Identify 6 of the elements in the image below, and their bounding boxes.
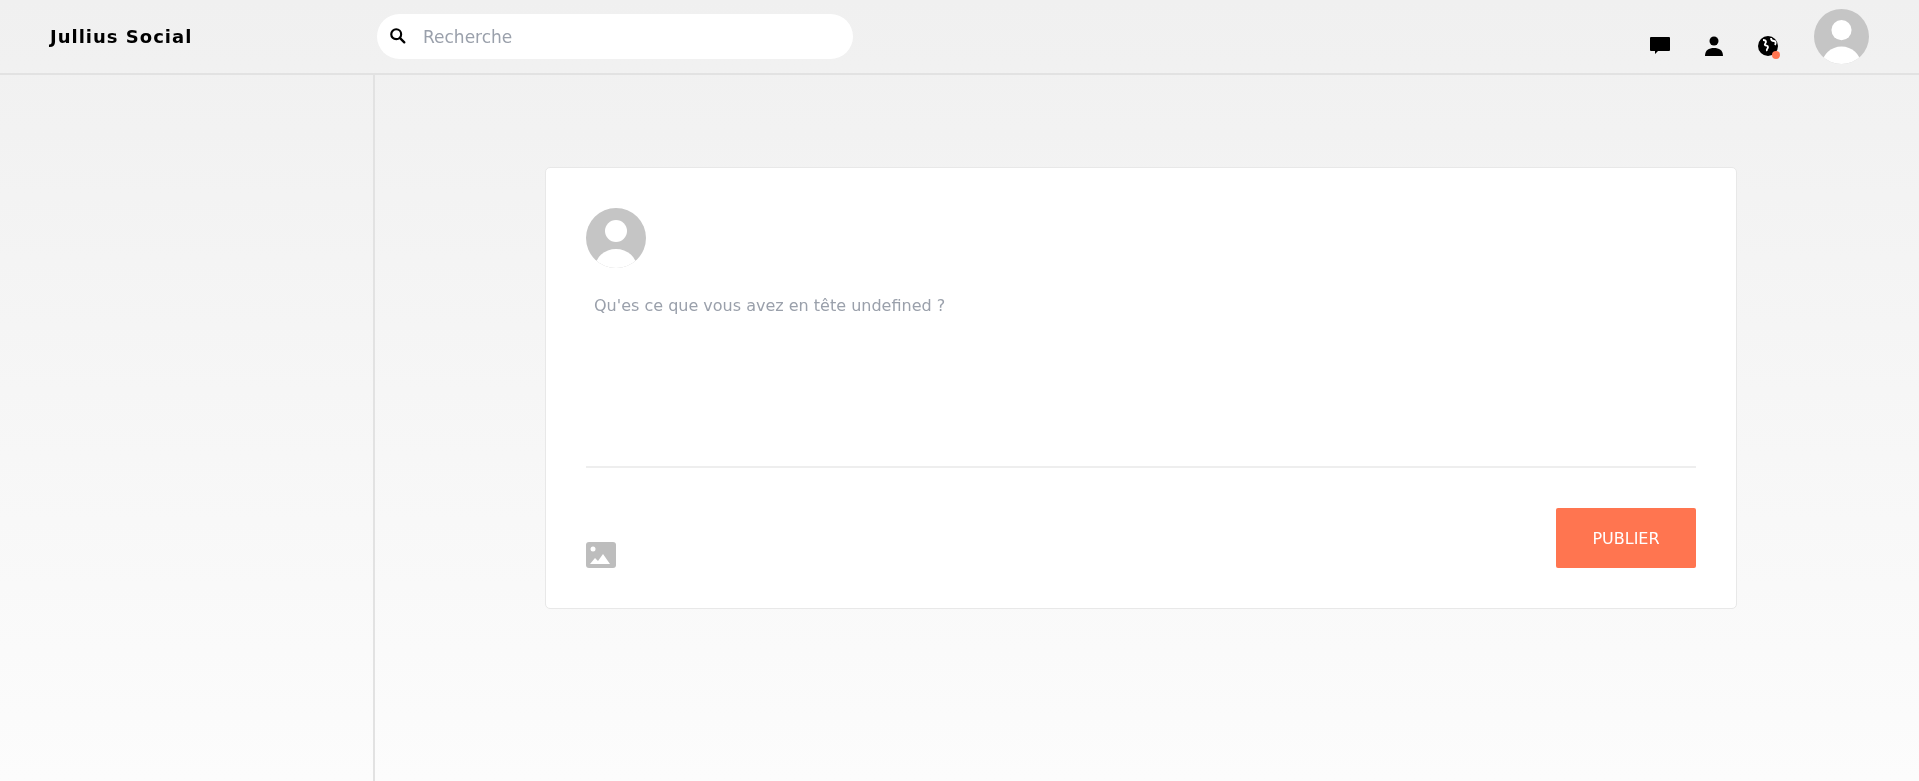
avatar (586, 208, 646, 268)
publish-button[interactable]: PUBLIER (1556, 508, 1696, 568)
post-composer-card[interactable]: Qu'es ce que vous avez en tête undefined ? PUBLIER (545, 167, 1737, 609)
globe-icon[interactable] (1756, 33, 1782, 60)
search-field[interactable]: Recherche (377, 14, 853, 59)
logo[interactable]: Jullius Social (50, 26, 377, 47)
